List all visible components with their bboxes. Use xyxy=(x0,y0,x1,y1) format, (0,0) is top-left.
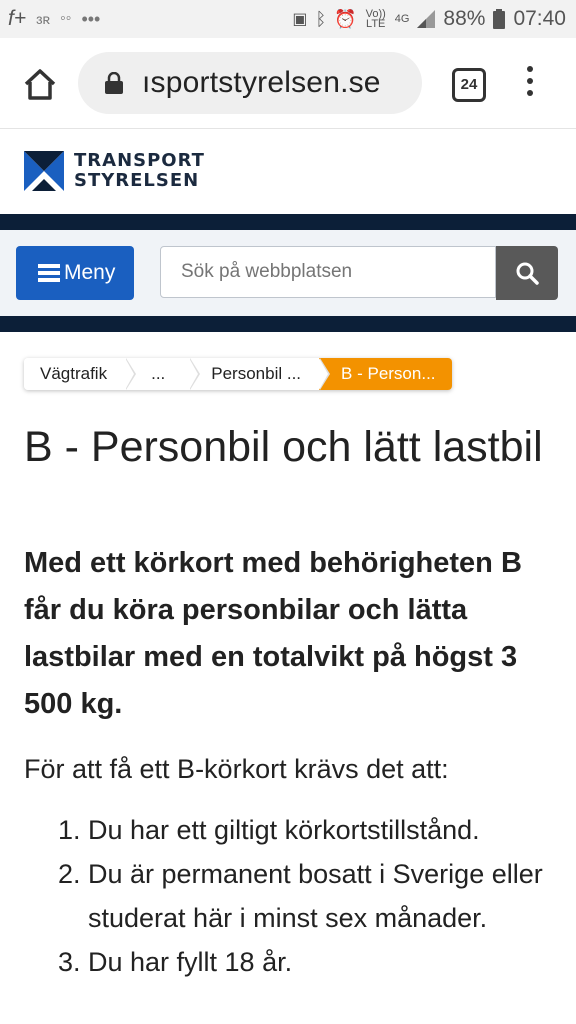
menu-button[interactable]: Meny xyxy=(16,246,134,300)
list-item: Du är permanent bosatt i Sverige eller s… xyxy=(88,852,576,940)
tab-switcher-button[interactable]: 24 xyxy=(452,68,486,102)
more-notifications-icon: ••• xyxy=(81,8,101,29)
breadcrumb-item-current: B - Person... xyxy=(319,358,452,390)
bluetooth-icon: ᛒ xyxy=(315,8,327,29)
menu-list-icon xyxy=(38,264,60,282)
intro-paragraph: För att få ett B-körkort krävs det att: xyxy=(24,754,449,784)
search-button[interactable] xyxy=(496,246,558,300)
logo-line-2: STYRELSEN xyxy=(74,170,200,191)
site-header: TRANSPORT STYRELSEN xyxy=(0,129,576,215)
battery-percentage: 88% xyxy=(443,7,486,30)
status-left: f+ ɜʀ ◦◦ ••• xyxy=(8,7,100,31)
browser-toolbar: ısportstyrelsen.se 24 xyxy=(0,38,576,129)
logo-wordmark[interactable]: TRANSPORT STYRELSEN xyxy=(74,151,205,191)
link-icon: ◦◦ xyxy=(60,10,72,27)
notification-icon: ɜʀ xyxy=(36,11,51,27)
home-icon[interactable] xyxy=(20,64,60,104)
requirements-list: Du har ett giltigt körkortstillstånd. Du… xyxy=(56,808,576,984)
logo-line-1: TRANSPORT xyxy=(74,150,205,171)
alarm-icon: ⏰ xyxy=(334,8,357,29)
transportstyrelsen-logo-icon[interactable] xyxy=(24,151,64,191)
breadcrumb-item-vagtrafik[interactable]: Vägtrafik xyxy=(24,358,137,390)
list-item: Du har ett giltigt körkortstillstånd. xyxy=(88,808,576,852)
network-type: 4G xyxy=(394,13,410,25)
more-options-icon[interactable] xyxy=(524,66,536,102)
lead-paragraph: Med ett körkort med behörigheten B får d… xyxy=(24,547,522,720)
search-input[interactable] xyxy=(160,246,496,298)
volte-label: Vo)) LTE xyxy=(365,8,386,30)
clock: 07:40 xyxy=(513,7,566,30)
app-indicator: f+ xyxy=(8,7,27,30)
address-bar[interactable]: ısportstyrelsen.se xyxy=(78,52,422,114)
screen-lock-icon: ▣ xyxy=(292,11,308,28)
header-divider-bottom xyxy=(0,316,576,332)
url-text[interactable]: ısportstyrelsen.se xyxy=(142,66,381,100)
status-right: ▣ ᛒ ⏰ Vo)) LTE 4G 88% 07:40 xyxy=(292,7,566,31)
lock-icon xyxy=(105,72,123,94)
breadcrumb-item-personbil[interactable]: Personbil ... xyxy=(189,358,330,390)
menu-label: Meny xyxy=(64,261,116,284)
list-item: Du har fyllt 18 år. xyxy=(88,940,576,984)
header-divider-top xyxy=(0,214,576,230)
breadcrumb: Vägtrafik ... Personbil ... B - Person..… xyxy=(24,358,452,390)
status-bar: f+ ɜʀ ◦◦ ••• ▣ ᛒ ⏰ Vo)) LTE 4G 88% 07:40 xyxy=(0,0,576,38)
signal-icon xyxy=(417,10,436,28)
site-toolbar: Meny xyxy=(0,230,576,316)
search-icon xyxy=(516,262,539,285)
battery-icon xyxy=(493,9,506,29)
page-title: B - Personbil och lätt lastbil xyxy=(24,423,543,471)
